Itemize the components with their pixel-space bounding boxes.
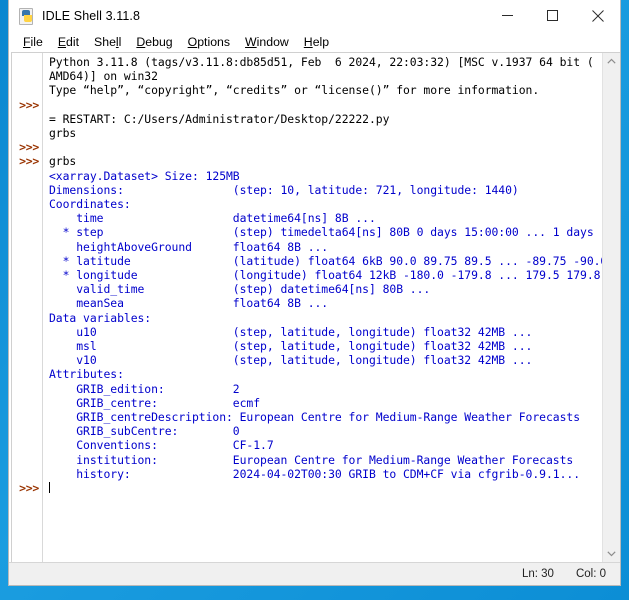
- vertical-scrollbar[interactable]: [602, 53, 620, 562]
- menu-item-file[interactable]: File: [17, 32, 52, 52]
- shell-line: institution: European Centre for Medium-…: [49, 453, 573, 467]
- shell-prompt: >>>: [19, 154, 39, 168]
- shell-line: history: 2024-04-02T00:30 GRIB to CDM+CF…: [49, 467, 580, 481]
- shell-line: valid_time (step) datetime64[ns] 80B ...: [49, 282, 430, 296]
- shell-prompt: >>>: [19, 481, 39, 495]
- shell-line: Python 3.11.8 (tags/v3.11.8:db85d51, Feb…: [49, 55, 594, 69]
- shell-prompt: >>>: [19, 140, 39, 154]
- shell-line: * step (step) timedelta64[ns] 80B 0 days…: [49, 225, 602, 239]
- maximize-icon[interactable]: [530, 0, 575, 31]
- shell-line: Dimensions: (step: 10, latitude: 721, lo…: [49, 183, 519, 197]
- shell-line: <xarray.Dataset> Size: 125MB: [49, 169, 240, 183]
- menu-item-options[interactable]: Options: [182, 32, 239, 52]
- shell-line: Coordinates:: [49, 197, 131, 211]
- shell-line: heightAboveGround float64 8B ...: [49, 240, 328, 254]
- shell-line: * latitude (latitude) float64 6kB 90.0 8…: [49, 254, 602, 268]
- shell-line: grbs: [49, 154, 76, 168]
- shell-output-text: Python 3.11.8 (tags/v3.11.8:db85d51, Feb…: [49, 53, 602, 495]
- prompt-gutter: >>>>>>>>>>>>: [12, 53, 43, 562]
- title-bar: IDLE Shell 3.11.8: [9, 0, 620, 32]
- menu-item-shell[interactable]: Shell: [88, 32, 130, 52]
- shell-line: v10 (step, latitude, longitude) float32 …: [49, 353, 532, 367]
- shell-line: Conventions: CF-1.7: [49, 438, 274, 452]
- scrollbar-track[interactable]: [603, 70, 620, 545]
- menu-item-help[interactable]: Help: [298, 32, 338, 52]
- text-caret: [49, 482, 50, 493]
- shell-line: GRIB_edition: 2: [49, 382, 240, 396]
- shell-line: * longitude (longitude) float64 12kB -18…: [49, 268, 600, 282]
- status-line-number: Ln: 30: [522, 568, 554, 580]
- status-column-number: Col: 0: [576, 568, 606, 580]
- shell-line: AMD64)] on win32: [49, 69, 158, 83]
- shell-line: u10 (step, latitude, longitude) float32 …: [49, 325, 532, 339]
- shell-prompt: >>>: [19, 98, 39, 112]
- shell-line: grbs: [49, 126, 76, 140]
- shell-line: time datetime64[ns] 8B ...: [49, 211, 376, 225]
- shell-output-pane[interactable]: Python 3.11.8 (tags/v3.11.8:db85d51, Feb…: [43, 53, 602, 562]
- shell-line: Attributes:: [49, 367, 124, 381]
- status-bar: Ln: 30 Col: 0: [9, 562, 620, 585]
- idle-shell-window: IDLE Shell 3.11.8 File Edit Shell Debug …: [8, 0, 621, 586]
- menu-bar: File Edit Shell Debug Options Window Hel…: [9, 32, 620, 52]
- menu-item-window[interactable]: Window: [239, 32, 298, 52]
- shell-line: GRIB_subCentre: 0: [49, 424, 240, 438]
- shell-line: msl (step, latitude, longitude) float32 …: [49, 339, 532, 353]
- menu-item-edit[interactable]: Edit: [52, 32, 88, 52]
- window-controls: [485, 0, 620, 31]
- chevron-up-icon[interactable]: [603, 53, 620, 70]
- python-file-icon: [18, 8, 34, 24]
- shell-text-area[interactable]: >>>>>>>>>>>> Python 3.11.8 (tags/v3.11.8…: [11, 52, 620, 562]
- shell-line: Type “help”, “copyright”, “credits” or “…: [49, 83, 539, 97]
- window-title: IDLE Shell 3.11.8: [42, 9, 140, 23]
- close-icon[interactable]: [575, 0, 620, 31]
- shell-line: Data variables:: [49, 311, 151, 325]
- chevron-down-icon[interactable]: [603, 545, 620, 562]
- shell-line: = RESTART: C:/Users/Administrator/Deskto…: [49, 112, 389, 126]
- minimize-icon[interactable]: [485, 0, 530, 31]
- shell-line: GRIB_centreDescription: European Centre …: [49, 410, 580, 424]
- shell-line: meanSea float64 8B ...: [49, 296, 328, 310]
- shell-line: GRIB_centre: ecmf: [49, 396, 260, 410]
- menu-item-debug[interactable]: Debug: [130, 32, 181, 52]
